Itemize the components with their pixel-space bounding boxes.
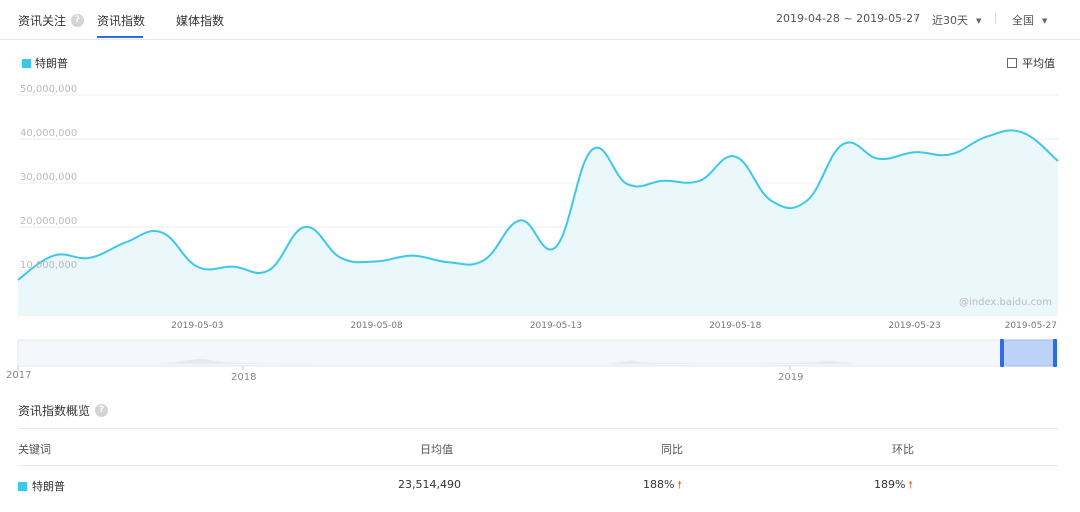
arrow-up-icon: 🠕 [908, 480, 913, 491]
legend-label: 特朗普 [35, 57, 68, 70]
navigator-right-handle[interactable] [1053, 339, 1057, 367]
top-bar: 资讯关注 ? 资讯指数 媒体指数 2019-04-28 ~ 2019-05-27… [0, 0, 1080, 40]
column-header-keyword: 关键词 [18, 443, 51, 456]
table-header-row: 关键词 日均值 同比 环比 [18, 429, 1059, 466]
x-axis-labels: 2019-05-03 2019-05-08 2019-05-13 2019-05-18… [171, 321, 1057, 331]
tab-news-index[interactable]: 资讯指数 [97, 12, 145, 29]
average-toggle[interactable]: 平均值 [1007, 55, 1055, 71]
y-tick-label: 40,000,000 [20, 128, 77, 139]
navigator-year-label: 2019 [778, 372, 803, 383]
region-dropdown[interactable]: 全国 ▼ [1012, 12, 1047, 28]
x-tick-label: 2019-05-08 [350, 321, 403, 331]
chart-legend[interactable]: 特朗普 [22, 55, 68, 71]
trend-chart[interactable]: 10,000,000 20,000,000 30,000,000 40,000,000… [0, 80, 1080, 335]
navigator-left-handle[interactable] [1000, 339, 1004, 367]
yoy-cell: 188% 🠕 [643, 478, 682, 495]
legend-swatch [22, 58, 31, 68]
active-tab-indicator [97, 36, 143, 38]
series-area-fill [18, 130, 1058, 315]
help-icon[interactable]: ? [95, 404, 109, 417]
y-tick-label: 50,000,000 [20, 84, 77, 95]
average-label: 平均值 [1022, 57, 1055, 70]
x-tick-label: 2019-05-03 [171, 321, 223, 331]
series-area [17, 129, 1059, 315]
y-axis-labels: 10,000,000 20,000,000 30,000,000 40,000,000… [20, 84, 77, 271]
keyword-swatch [18, 482, 27, 491]
overview-table: 关键词 日均值 同比 环比 特朗普 23,514,490 188% 🠕 189% 🠕 [18, 428, 1059, 504]
navigator-year-ticks [17, 366, 791, 370]
column-header-mom: 环比 [892, 443, 914, 456]
y-tick-label: 20,000,000 [20, 216, 77, 227]
navigator-year-label: 2017 [6, 370, 31, 381]
period-dropdown[interactable]: 近30天 ▼ [932, 12, 981, 28]
yoy-value: 188% [643, 478, 675, 491]
mom-value: 189% [874, 478, 906, 491]
mom-cell: 189% 🠕 [874, 478, 913, 495]
arrow-up-icon: 🠕 [677, 480, 682, 491]
column-header-daily-avg: 日均值 [420, 443, 453, 456]
tab-media-index[interactable]: 媒体指数 [176, 12, 224, 29]
keyword-cell: 特朗普 [18, 478, 65, 494]
brand-title: 资讯关注 [18, 14, 67, 28]
date-range[interactable]: 2019-04-28 ~ 2019-05-27 [776, 12, 920, 25]
caret-down-icon: ▼ [976, 17, 982, 25]
x-tick-label: 2019-05-23 [888, 321, 940, 331]
overview-title: 资讯指数概览 ? [18, 402, 109, 419]
daily-avg-cell: 23,514,490 [398, 478, 461, 491]
navigator-track[interactable] [17, 339, 1058, 367]
caret-down-icon: ▼ [1042, 17, 1048, 25]
average-checkbox[interactable] [1007, 58, 1017, 68]
range-navigator[interactable]: 2017 2018 2019 [0, 338, 1080, 386]
period-value: 近30天 [932, 14, 968, 27]
divider [915, 13, 916, 24]
brand: 资讯关注 ? [18, 12, 85, 29]
navigator-year-label: 2018 [231, 372, 256, 383]
table-row: 特朗普 23,514,490 188% 🠕 189% 🠕 [18, 466, 1059, 504]
watermark: @index.baidu.com [959, 297, 1052, 308]
region-value: 全国 [1012, 14, 1034, 27]
x-tick-label: 2019-05-13 [530, 321, 582, 331]
overview-title-text: 资讯指数概览 [18, 404, 91, 418]
x-tick-label: 2019-05-18 [709, 321, 762, 331]
y-tick-label: 10,000,000 [20, 260, 77, 271]
divider [995, 13, 996, 24]
navigator-selection[interactable] [1001, 339, 1057, 367]
y-tick-label: 30,000,000 [20, 172, 77, 183]
help-icon[interactable]: ? [71, 14, 85, 27]
x-tick-label: 2019-05-27 [1005, 321, 1057, 331]
column-header-yoy: 同比 [661, 443, 683, 456]
keyword-text: 特朗普 [32, 480, 65, 493]
